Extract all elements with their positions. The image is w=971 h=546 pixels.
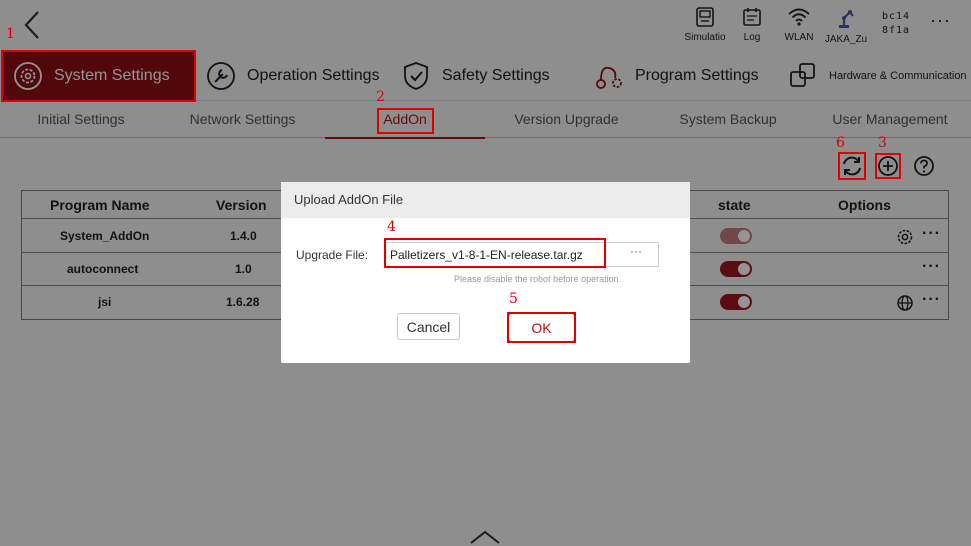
dialog-hint: Please disable the robot before operatio… [454,274,622,284]
annotation-number-5: 5 [509,291,518,307]
browse-file-button[interactable]: ··· [614,244,658,266]
annotation-number-6: 6 [836,135,845,151]
cancel-button[interactable]: Cancel [397,313,460,340]
annotation-box-1 [1,50,196,102]
annotation-number-3: 3 [878,135,887,151]
annotation-box-5 [507,312,576,343]
annotation-box-6 [838,152,866,180]
upload-addon-dialog: Upload AddOn File Upgrade File: ··· Plea… [281,182,690,363]
annotation-box-2 [377,108,434,134]
annotation-number-2: 2 [376,89,385,105]
dialog-title: Upload AddOn File [281,182,690,218]
annotation-number-4: 4 [387,219,396,235]
upgrade-file-label: Upgrade File: [296,248,369,262]
annotation-box-3 [875,153,901,179]
annotation-box-4 [384,238,606,268]
annotation-number-1: 1 [6,26,15,42]
